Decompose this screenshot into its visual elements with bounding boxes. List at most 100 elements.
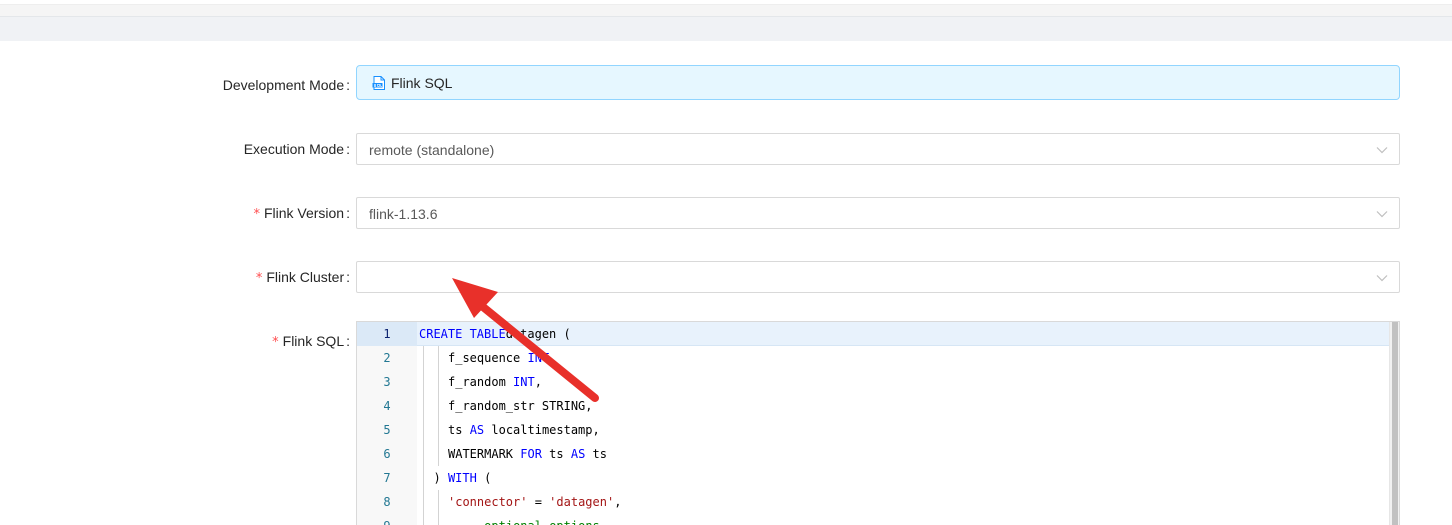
- code-text: ts AS localtimestamp,: [448, 418, 600, 442]
- indent-guide: [423, 514, 424, 525]
- indent-guide: [423, 442, 424, 466]
- execution-mode-label-text: Execution Mode: [243, 141, 345, 157]
- scrollbar-thumb[interactable]: [1392, 322, 1398, 525]
- code-line[interactable]: 4 f_random_str STRING,: [357, 394, 1389, 418]
- required-mark: *: [255, 271, 263, 286]
- code-token: =: [527, 495, 550, 509]
- code-token: ts: [541, 447, 571, 461]
- code-token: ): [433, 471, 448, 485]
- code-line[interactable]: 7 ) WITH (: [357, 466, 1389, 490]
- line-number: 4: [383, 399, 391, 413]
- code-line[interactable]: 8 'connector' = 'datagen',: [357, 490, 1389, 514]
- code-line[interactable]: 5 ts AS localtimestamp,: [357, 418, 1389, 442]
- flink-sql-label-text: Flink SQL: [282, 333, 345, 349]
- code-line[interactable]: 2 f_sequence INT,: [357, 346, 1389, 370]
- code-token: localtimestamp,: [484, 423, 600, 437]
- development-mode-field[interactable]: Flink SQL: [356, 65, 1400, 100]
- section-band: [0, 16, 1452, 41]
- indent-guide: [423, 466, 424, 490]
- indent-guide: [437, 370, 439, 394]
- code-line[interactable]: 9 -- optional options --: [357, 514, 1389, 525]
- code-text: -- optional options --: [463, 514, 622, 525]
- execution-mode-label: Execution Mode:: [244, 139, 350, 159]
- indent-guide: [423, 418, 424, 442]
- code-token: CREATE TABLE: [419, 327, 506, 341]
- indent-guide: [423, 394, 424, 418]
- indent-guide: [423, 346, 424, 370]
- indent-guide: [437, 418, 439, 442]
- code-text: ) WITH (: [434, 466, 492, 490]
- chevron-down-icon: [1376, 147, 1388, 154]
- code-line[interactable]: 1 CREATE TABLEdatagen (: [357, 322, 1389, 346]
- code-token: AS: [469, 423, 485, 437]
- development-mode-label-text: Development Mode: [222, 77, 345, 93]
- required-mark: *: [253, 207, 260, 222]
- line-number: 9: [357, 514, 417, 525]
- flink-version-label-text: Flink Version: [263, 205, 345, 221]
- code-token: INT: [513, 375, 535, 389]
- flink-version-select[interactable]: flink-1.13.6: [356, 197, 1400, 229]
- code-token: f_random: [448, 375, 514, 389]
- flink-cluster-label: * Flink Cluster:: [256, 267, 350, 289]
- execution-mode-select[interactable]: remote (standalone): [356, 133, 1400, 165]
- line-number: 5: [383, 423, 391, 437]
- code-token: 'datagen': [549, 495, 615, 509]
- label-colon: :: [346, 141, 350, 157]
- code-text: 'connector' = 'datagen',: [448, 490, 621, 514]
- chevron-down-icon: [1376, 211, 1388, 218]
- line-number: 3: [383, 375, 391, 389]
- line-number: 6: [383, 447, 391, 461]
- line-number: 8: [383, 495, 391, 509]
- code-text: WATERMARK FOR ts AS ts: [448, 442, 607, 466]
- code-line[interactable]: 3 f_random INT,: [357, 370, 1389, 394]
- code-text: f_sequence INT,: [448, 346, 556, 370]
- indent-guide: [437, 346, 439, 370]
- indent-guide: [437, 442, 439, 466]
- line-number: 1: [383, 327, 391, 341]
- flink-cluster-select[interactable]: [356, 261, 1400, 293]
- label-colon: :: [346, 77, 350, 93]
- editor-vertical-scrollbar[interactable]: [1389, 322, 1399, 525]
- indent-guide: [437, 514, 439, 525]
- code-token: ,: [549, 351, 557, 365]
- code-text: CREATE TABLEdatagen (: [419, 322, 571, 346]
- code-token: INT: [527, 351, 550, 365]
- label-colon: :: [346, 333, 350, 349]
- flink-version-label: * Flink Version:: [253, 203, 350, 225]
- code-token: -- optional options --: [463, 519, 622, 525]
- label-colon: :: [346, 205, 350, 221]
- code-token: ts: [585, 447, 607, 461]
- code-line[interactable]: 6 WATERMARK FOR ts AS ts: [357, 442, 1389, 466]
- flink-cluster-label-text: Flink Cluster: [266, 269, 345, 285]
- execution-mode-value: remote (standalone): [369, 142, 495, 158]
- indent-guide: [423, 370, 424, 394]
- sql-file-icon: [372, 76, 385, 90]
- code-text: f_random_str STRING,: [448, 394, 593, 418]
- indent-guide: [437, 394, 439, 418]
- indent-guide: [437, 490, 439, 514]
- code-token: 'connector': [448, 495, 528, 509]
- code-token: f_sequence: [448, 351, 528, 365]
- development-mode-value: Flink SQL: [391, 75, 453, 91]
- line-number: 2: [383, 351, 391, 365]
- code-token: FOR: [520, 447, 542, 461]
- chevron-down-icon: [1376, 275, 1388, 282]
- required-mark: *: [272, 335, 279, 350]
- indent-guide: [423, 490, 424, 514]
- development-mode-label: Development Mode:: [223, 75, 350, 95]
- code-token: WITH: [447, 471, 477, 485]
- code-token: AS: [570, 447, 586, 461]
- code-token: ts: [448, 423, 470, 437]
- code-token: datagen (: [505, 327, 571, 341]
- label-colon: :: [346, 269, 350, 285]
- flink-sql-label: * Flink SQL:: [272, 331, 350, 353]
- code-text: f_random INT,: [448, 370, 542, 394]
- line-number: 7: [383, 471, 391, 485]
- code-token: ,: [614, 495, 622, 509]
- sql-code-editor[interactable]: 1 CREATE TABLEdatagen ( 2 f_sequence INT, 3 f…: [356, 321, 1400, 525]
- code-token: f_random_str STRING,: [448, 399, 593, 413]
- code-token: WATERMARK: [448, 447, 521, 461]
- header-divider: [0, 4, 1452, 16]
- flink-version-value: flink-1.13.6: [369, 206, 438, 222]
- code-token: ,: [534, 375, 542, 389]
